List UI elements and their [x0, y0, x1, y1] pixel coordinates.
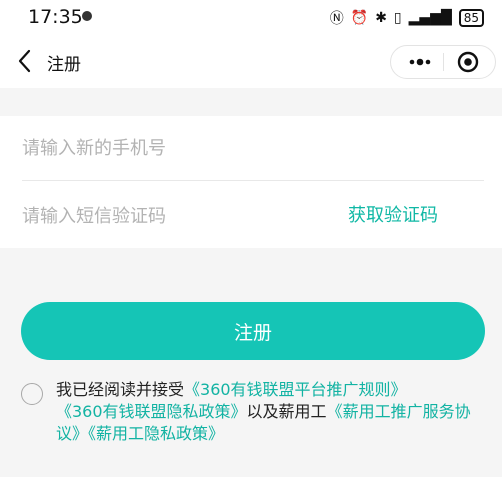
alarm-icon: ⏰ — [350, 10, 369, 26]
bottom-area — [0, 459, 502, 477]
signal-icon: ▂▄▆█ — [408, 10, 452, 26]
xinyonggong-privacy-link[interactable]: 《薪用工隐私政策》 — [88, 424, 224, 443]
nav-bar: 注册 — [0, 34, 502, 88]
battery-indicator: 85 — [458, 9, 484, 27]
agreement-middle: 以及薪用工 — [246, 402, 327, 421]
get-code-button[interactable]: 获取验证码 — [348, 201, 438, 227]
back-arrow-icon[interactable] — [14, 47, 38, 75]
form-divider — [22, 180, 484, 181]
page-title: 注册 — [47, 55, 81, 75]
more-icon[interactable] — [405, 52, 435, 72]
vibrate-icon: ▯ — [393, 10, 402, 26]
status-icons: Ⓝ ⏰ ✱ ▯ ▂▄▆█ 85 — [330, 8, 484, 28]
register-button[interactable]: 注册 — [21, 302, 485, 360]
notification-dot-icon — [82, 11, 92, 21]
mini-program-capsule — [390, 45, 496, 79]
close-target-icon[interactable] — [457, 51, 479, 73]
agreement-prefix: 我已经阅读并接受 — [56, 380, 185, 399]
phone-input[interactable]: 请输入新的手机号 — [22, 134, 166, 160]
register-form: 请输入新的手机号 请输入短信验证码 获取验证码 — [0, 116, 502, 248]
privacy-policy-link[interactable]: 《360有钱联盟隐私政策》 — [56, 402, 247, 421]
status-time: 17:35 — [28, 6, 83, 28]
bluetooth-icon: ✱ — [375, 10, 387, 26]
nfc-icon: Ⓝ — [329, 11, 344, 27]
agreement-checkbox[interactable] — [21, 383, 43, 405]
platform-rules-link[interactable]: 《360有钱联盟平台推广规则》 — [184, 380, 407, 399]
status-bar: 17:35 Ⓝ ⏰ ✱ ▯ ▂▄▆█ 85 — [0, 0, 502, 34]
agreement-text: 我已经阅读并接受《360有钱联盟平台推广规则》 《360有钱联盟隐私政策》以及薪… — [56, 379, 486, 445]
sms-code-input[interactable]: 请输入短信验证码 — [22, 202, 166, 228]
capsule-divider — [443, 53, 444, 71]
